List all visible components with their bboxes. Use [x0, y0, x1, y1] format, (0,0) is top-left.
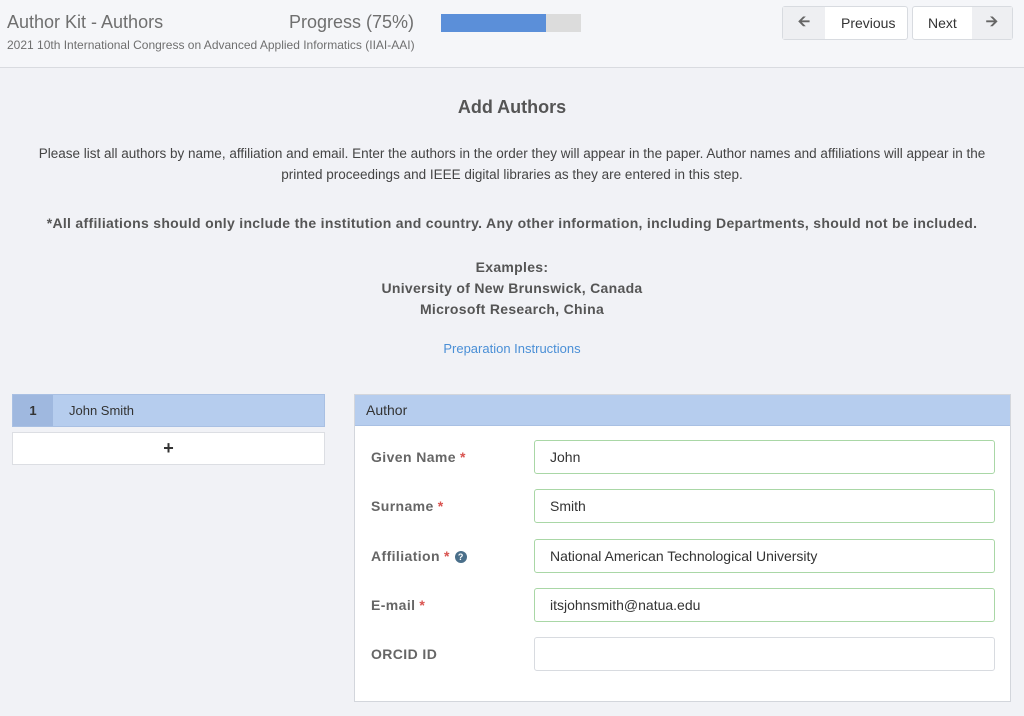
progress-bar-fill — [441, 14, 546, 32]
email-input[interactable] — [534, 588, 995, 622]
surname-label: Surname * — [371, 498, 444, 514]
author-number: 1 — [13, 395, 53, 426]
required-mark: * — [437, 498, 444, 514]
email-row: E-mail * — [355, 588, 1010, 622]
examples-block: Examples: University of New Brunswick, C… — [0, 257, 1024, 320]
given-name-input[interactable] — [534, 440, 995, 474]
page-title: Add Authors — [457, 97, 567, 117]
required-mark: * — [419, 597, 426, 613]
affiliation-input[interactable] — [534, 539, 995, 573]
example-item: Microsoft Research, China — [419, 301, 605, 317]
surname-input[interactable] — [534, 489, 995, 523]
example-item: University of New Brunswick, Canada — [381, 280, 643, 296]
preparation-instructions-link[interactable]: Preparation Instructions — [0, 341, 1024, 356]
next-button[interactable]: Next 🡪 — [912, 6, 1013, 40]
header-bar: Author Kit - Authors 2021 10th Internati… — [0, 0, 1024, 68]
progress-bar — [441, 14, 581, 32]
arrow-right-icon: 🡪 — [971, 7, 1012, 39]
affiliation-row: Affiliation *? — [355, 539, 1010, 573]
required-mark: * — [459, 449, 466, 465]
examples-heading: Examples: — [475, 259, 549, 275]
required-mark: * — [443, 548, 450, 564]
previous-button[interactable]: 🡨 Previous — [782, 6, 908, 40]
panel-title: Author — [355, 395, 1010, 426]
next-button-label: Next — [928, 15, 957, 31]
app-title: Author Kit - Authors — [7, 12, 164, 32]
orcid-input[interactable] — [534, 637, 995, 671]
previous-button-label: Previous — [841, 15, 896, 31]
orcid-row: ORCID ID — [355, 637, 1010, 671]
question-circle-icon[interactable]: ? — [454, 551, 467, 563]
surname-row: Surname * — [355, 489, 1010, 523]
arrow-left-icon: 🡨 — [783, 7, 825, 39]
given-name-label: Given Name * — [371, 449, 466, 465]
conference-subtitle: 2021 10th International Congress on Adva… — [7, 38, 415, 52]
author-name: John Smith — [69, 403, 135, 418]
orcid-label: ORCID ID — [371, 646, 438, 662]
affiliation-note: *All affiliations should only include th… — [46, 215, 978, 231]
progress-label: Progress (75%) — [289, 12, 415, 32]
affiliation-label: Affiliation *? — [371, 548, 467, 564]
author-list-item[interactable]: 1 John Smith — [12, 394, 325, 427]
email-label: E-mail * — [371, 597, 426, 613]
intro-text: Please list all authors by name, affilia… — [38, 146, 986, 182]
add-author-button[interactable]: + — [12, 432, 325, 465]
author-form-panel: Author Given Name* Surname* Affiliation*… — [354, 394, 1011, 702]
given-name-row: Given Name * — [355, 440, 1010, 474]
